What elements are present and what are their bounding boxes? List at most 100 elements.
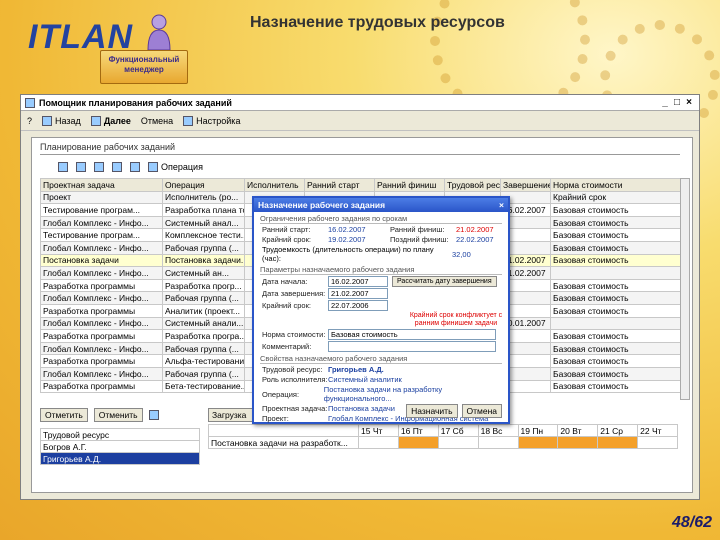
close-icon[interactable]: × [499,200,504,210]
timeline-cell [358,436,399,449]
field-label: Проектная задача: [262,404,328,413]
comment-input[interactable] [328,341,496,352]
table-cell: Глобал Комплекс - Инфо... [40,240,163,255]
end-date-input[interactable] [328,288,388,299]
refresh-icon[interactable] [148,410,159,420]
dialog-section: Свойства назначаемого рабочего задания [260,354,502,364]
slide-title: Назначение трудовых ресурсов [250,14,505,31]
recalc-button[interactable]: Рассчитать дату завершения [392,276,497,287]
mark-button[interactable]: Отметить [40,408,88,422]
table-cell: Глобал Комплекс - Инфо... [40,215,163,230]
field-label: Ранний финиш: [390,225,445,234]
column-header[interactable]: Операция [162,178,245,192]
table-cell: Базовая стоимость [550,291,681,305]
table-cell: Разработка программы [40,303,163,318]
help-button[interactable]: ? [27,116,32,126]
field-label: Трудовой ресурс: [262,365,323,374]
rate-input[interactable] [328,329,496,340]
dialog-title: Назначение рабочего задания [258,200,386,210]
timeline-day: 18 Вс [477,424,519,437]
table-cell: Базовая стоимость [550,278,681,293]
filter-icon[interactable] [76,162,86,172]
resource-header: Трудовой ресурс [40,428,200,441]
column-header[interactable]: Завершение [500,178,551,192]
grid-scrollbar[interactable] [680,178,690,400]
timeline-cell [437,436,479,449]
field-label: Комментарий: [262,342,312,351]
table-cell: Глобал Комплекс - Инфо... [40,341,163,356]
table-cell: Базовая стоимость [550,303,681,318]
early-finish-value: 21.02.2007 [456,225,494,234]
column-header[interactable]: Ранний финиш [374,178,445,192]
filter-clear-icon[interactable] [94,162,104,172]
window-title: Помощник планирования рабочих заданий [39,97,232,108]
cancel-button[interactable]: Отмена [141,116,173,126]
close-icon[interactable]: × [683,97,695,108]
minimize-icon[interactable]: _ [659,97,671,108]
timeline-day: 16 Пт [397,424,439,437]
column-header[interactable]: Исполнитель [244,178,305,192]
deadline-warning: Крайний срок конфликтует с ранним финише… [409,312,503,327]
column-header[interactable]: Норма стоимости [550,178,681,192]
table-cell: Глобал Комплекс - Инфо... [40,291,163,305]
table-cell: Системный ан... [162,266,245,280]
collapse-icon[interactable] [130,162,140,172]
deadline-input[interactable] [328,300,388,311]
list-item[interactable]: Григорьев А.Д. [40,452,200,465]
operation-value: Постановка задачи на разработку функцион… [323,385,443,403]
timeline-day: 19 Пн [517,424,559,437]
table-cell: Глобал Комплекс - Инфо... [40,266,163,280]
role-badge: Функциональный менеджер [100,50,188,84]
assign-button[interactable]: Назначить [406,404,458,418]
table-cell: Разработка программы [40,354,163,368]
table-cell: Бета-тестирование... [162,379,245,394]
table-cell: Базовая стоимость [550,228,681,242]
early-start-value: 16.02.2007 [328,225,366,234]
settings-button[interactable]: Настройка [183,115,240,126]
table-cell: Крайний срок [550,190,681,205]
role-value: Системный аналитик [328,375,402,384]
start-date-input[interactable] [328,276,388,287]
settings-icon [183,115,194,126]
field-label: Ранний старт: [262,225,311,234]
column-header[interactable]: Проектная задача [40,178,163,192]
assignment-dialog: Назначение рабочего задания × Ограничени… [252,196,510,424]
expand-icon[interactable] [112,162,122,172]
list-item[interactable]: Богров А.Г. [40,440,200,453]
filter-icon[interactable] [58,162,68,172]
table-cell: Глобал Комплекс - Инфо... [40,316,163,331]
field-label: Роль исполнителя: [262,375,328,384]
page-number: 48/62 [671,514,712,531]
column-header[interactable]: Трудовой ресурс [444,178,501,192]
field-label: Поздний финиш: [390,235,449,244]
table-cell: Базовая стоимость [550,366,681,381]
manager-icon [147,14,171,51]
table-cell: Разработка плана то... [162,203,245,217]
table-cell: Глобал Комплекс - Инфо... [40,366,163,381]
field-label: Дата начала: [262,277,308,286]
table-cell: Базовая стоимость [550,203,681,217]
table-cell: Разработка программы [40,329,163,343]
table-cell: Рабочая группа (... [162,341,245,356]
timeline-cell [517,436,559,449]
table-cell: Разработка прогр... [162,278,245,293]
operation-icon [148,162,158,172]
timeline-cell [557,436,599,449]
column-header[interactable]: Ранний старт [304,178,375,192]
window-titlebar: Помощник планирования рабочих заданий _ … [21,95,699,111]
field-label: Дата завершения: [262,289,326,298]
operation-button[interactable]: Операция [148,162,203,172]
late-finish-value: 22.02.2007 [456,235,494,244]
table-cell: Рабочая группа (... [162,240,245,255]
maximize-icon[interactable]: □ [671,97,683,108]
arrow-right-icon [90,115,101,126]
table-cell: Базовая стоимость [550,354,681,368]
dialog-cancel-button[interactable]: Отмена [461,404,502,418]
table-cell: Рабочая группа (... [162,291,245,305]
table-cell: Базовая стоимость [550,379,681,394]
unmark-button[interactable]: Отменить [93,408,143,422]
back-button[interactable]: Назад [42,115,81,126]
next-button[interactable]: Далее [90,115,131,126]
table-cell [550,316,681,331]
table-cell: Базовая стоимость [550,329,681,343]
